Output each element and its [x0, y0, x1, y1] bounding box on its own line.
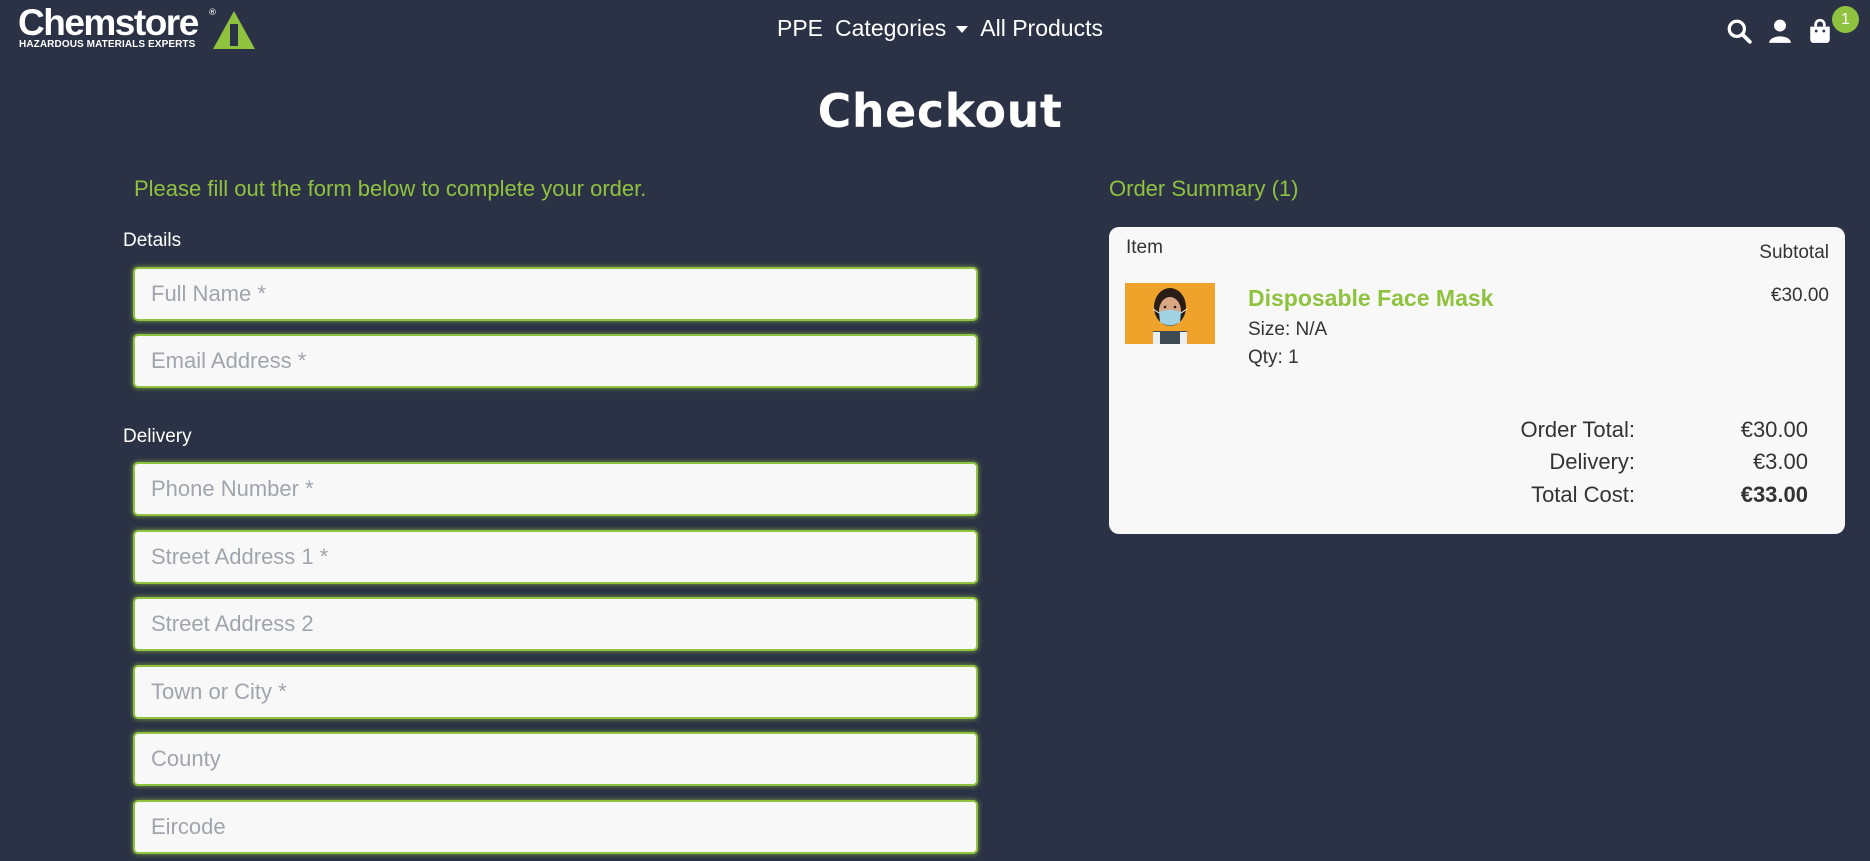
item-column-header: Item — [1126, 237, 1163, 258]
nav-ppe[interactable]: PPE — [777, 15, 823, 42]
details-label: Details — [123, 230, 182, 251]
order-total-label: Order Total: — [1520, 417, 1635, 442]
delivery-cost-value: €3.00 — [1752, 449, 1808, 474]
product-thumbnail[interactable] — [1125, 283, 1215, 344]
product-subtotal: €30.00 — [1770, 285, 1829, 306]
street-address-1-input[interactable] — [133, 530, 978, 584]
chevron-down-icon — [956, 26, 969, 33]
header-icons: 1 — [1720, 6, 1870, 54]
product-qty: Qty: 1 — [1248, 347, 1299, 368]
total-cost-value: €33.00 — [1740, 482, 1808, 507]
order-summary-card: Item Subtotal Disposable Face Mask Size:… — [1109, 227, 1845, 534]
eircode-input[interactable] — [133, 800, 978, 854]
phone-input[interactable] — [133, 462, 978, 516]
shopping-bag-icon[interactable] — [1807, 18, 1833, 44]
search-icon[interactable] — [1726, 18, 1752, 44]
user-icon[interactable] — [1767, 18, 1793, 44]
nav-categories[interactable]: Categories — [835, 15, 980, 42]
page-title: Checkout — [817, 84, 1063, 138]
nav-all-products[interactable]: All Products — [980, 15, 1103, 42]
total-cost-label: Total Cost: — [1531, 482, 1635, 507]
product-name-link[interactable]: Disposable Face Mask — [1248, 285, 1493, 312]
nav-categories-label: Categories — [835, 15, 947, 41]
order-summary-title: Order Summary (1) — [1109, 176, 1299, 201]
checkout-intro: Please fill out the form below to comple… — [134, 176, 647, 201]
street-address-2-input[interactable] — [133, 597, 978, 651]
town-input[interactable] — [133, 665, 978, 719]
delivery-cost-label: Delivery: — [1549, 449, 1635, 474]
delivery-label: Delivery — [123, 426, 192, 447]
product-size: Size: N/A — [1248, 319, 1328, 340]
cart-count-badge: 1 — [1832, 6, 1859, 33]
main-nav: PPE Categories All Products — [0, 15, 1870, 42]
county-input[interactable] — [133, 732, 978, 786]
full-name-input[interactable] — [133, 267, 978, 321]
subtotal-column-header: Subtotal — [1759, 242, 1829, 263]
order-total-value: €30.00 — [1740, 417, 1808, 442]
email-input[interactable] — [133, 334, 978, 388]
